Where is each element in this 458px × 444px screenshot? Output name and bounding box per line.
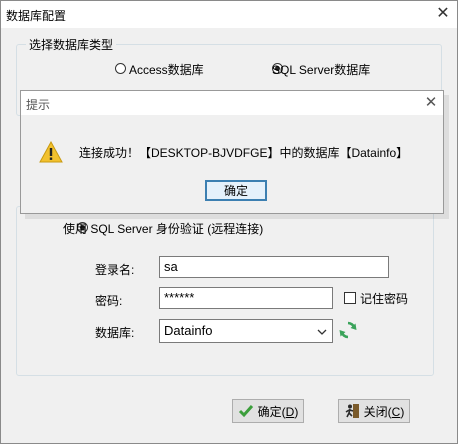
window-titlebar[interactable]: 数据库配置 ✕ (1, 1, 457, 28)
dialog-close-icon[interactable]: ✕ (420, 92, 442, 114)
database-select-value: Datainfo (164, 323, 213, 338)
close-button-label: 关闭(C) (363, 404, 405, 419)
password-label: 密码: (95, 294, 123, 308)
dialog-message: 连接成功！【DESKTOP-BJVDFGE】中的数据库【Datainfo】 (79, 146, 409, 160)
login-label: 登录名: (95, 263, 135, 277)
remember-password-label[interactable]: 记住密码 (360, 290, 408, 307)
login-input[interactable]: sa (159, 256, 389, 278)
chevron-down-icon[interactable] (316, 322, 328, 342)
sqlserver-radio-label[interactable]: SQL Server数据库 (272, 61, 370, 78)
message-dialog: 提示 ✕ 连接成功！【DESKTOP-BJVDFGE】中的数据库【Datainf… (20, 90, 444, 214)
remember-password-checkbox[interactable] (344, 292, 356, 304)
database-label: 数据库: (95, 326, 135, 340)
warning-icon (39, 141, 63, 163)
dialog-titlebar[interactable]: 提示 ✕ (21, 91, 443, 115)
ok-button[interactable]: 确定(D) (232, 399, 304, 423)
close-button[interactable]: 关闭(C) (338, 399, 410, 423)
dialog-ok-label: 确定 (223, 184, 248, 198)
window-close-icon[interactable]: ✕ (431, 3, 455, 25)
ok-button-label: 确定(D) (257, 404, 299, 419)
db-type-legend: 选择数据库类型 (26, 36, 117, 53)
dialog-title: 提示 (26, 98, 51, 112)
exit-person-icon (345, 404, 359, 418)
password-input[interactable]: ****** (159, 287, 333, 309)
sql-auth-radio-label[interactable]: 使用 SQL Server 身份验证 (远程连接) (63, 220, 263, 237)
access-radio[interactable] (115, 63, 126, 74)
checkmark-icon (238, 405, 253, 418)
window-title: 数据库配置 (6, 9, 67, 23)
database-select[interactable]: Datainfo (159, 319, 333, 343)
dialog-ok-button[interactable]: 确定 (205, 180, 267, 201)
access-radio-label[interactable]: Access数据库 (129, 61, 204, 78)
refresh-icon[interactable] (338, 320, 358, 340)
